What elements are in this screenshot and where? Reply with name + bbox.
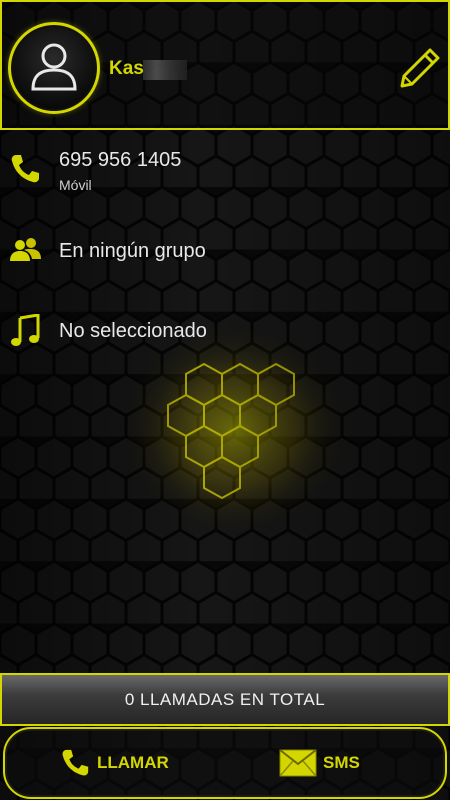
envelope-icon xyxy=(279,749,317,777)
phone-number: 695 956 1405 xyxy=(59,149,182,171)
call-button-label: LLAMAR xyxy=(97,753,169,772)
action-bar: LLAMAR SMS xyxy=(3,727,447,799)
contact-name: Kas xyxy=(109,58,144,79)
sms-button[interactable]: SMS xyxy=(279,745,360,781)
group-icon xyxy=(10,238,41,261)
group-label: En ningún grupo xyxy=(59,240,206,262)
pencil-icon[interactable] xyxy=(394,42,444,92)
total-calls-bar[interactable]: 0 LLAMADAS EN TOTAL xyxy=(0,673,450,726)
music-note-icon xyxy=(11,314,40,346)
phone-icon xyxy=(11,155,39,183)
ringtone-row[interactable]: No seleccionado xyxy=(0,310,450,354)
contact-header: Kas xyxy=(0,0,450,130)
total-calls-label: 0 LLAMADAS EN TOTAL xyxy=(124,689,326,709)
ringtone-label: No seleccionado xyxy=(59,320,207,342)
redacted-name-part xyxy=(143,60,187,80)
phone-type: Móvil xyxy=(59,177,92,193)
phone-icon xyxy=(62,749,89,776)
person-silhouette-icon xyxy=(31,43,77,91)
sms-button-label: SMS xyxy=(323,753,360,772)
call-button[interactable]: LLAMAR xyxy=(59,745,169,781)
phone-row[interactable]: 695 956 1405 Móvil xyxy=(0,140,450,200)
contact-avatar[interactable] xyxy=(8,22,100,114)
group-row[interactable]: En ningún grupo xyxy=(0,230,450,274)
